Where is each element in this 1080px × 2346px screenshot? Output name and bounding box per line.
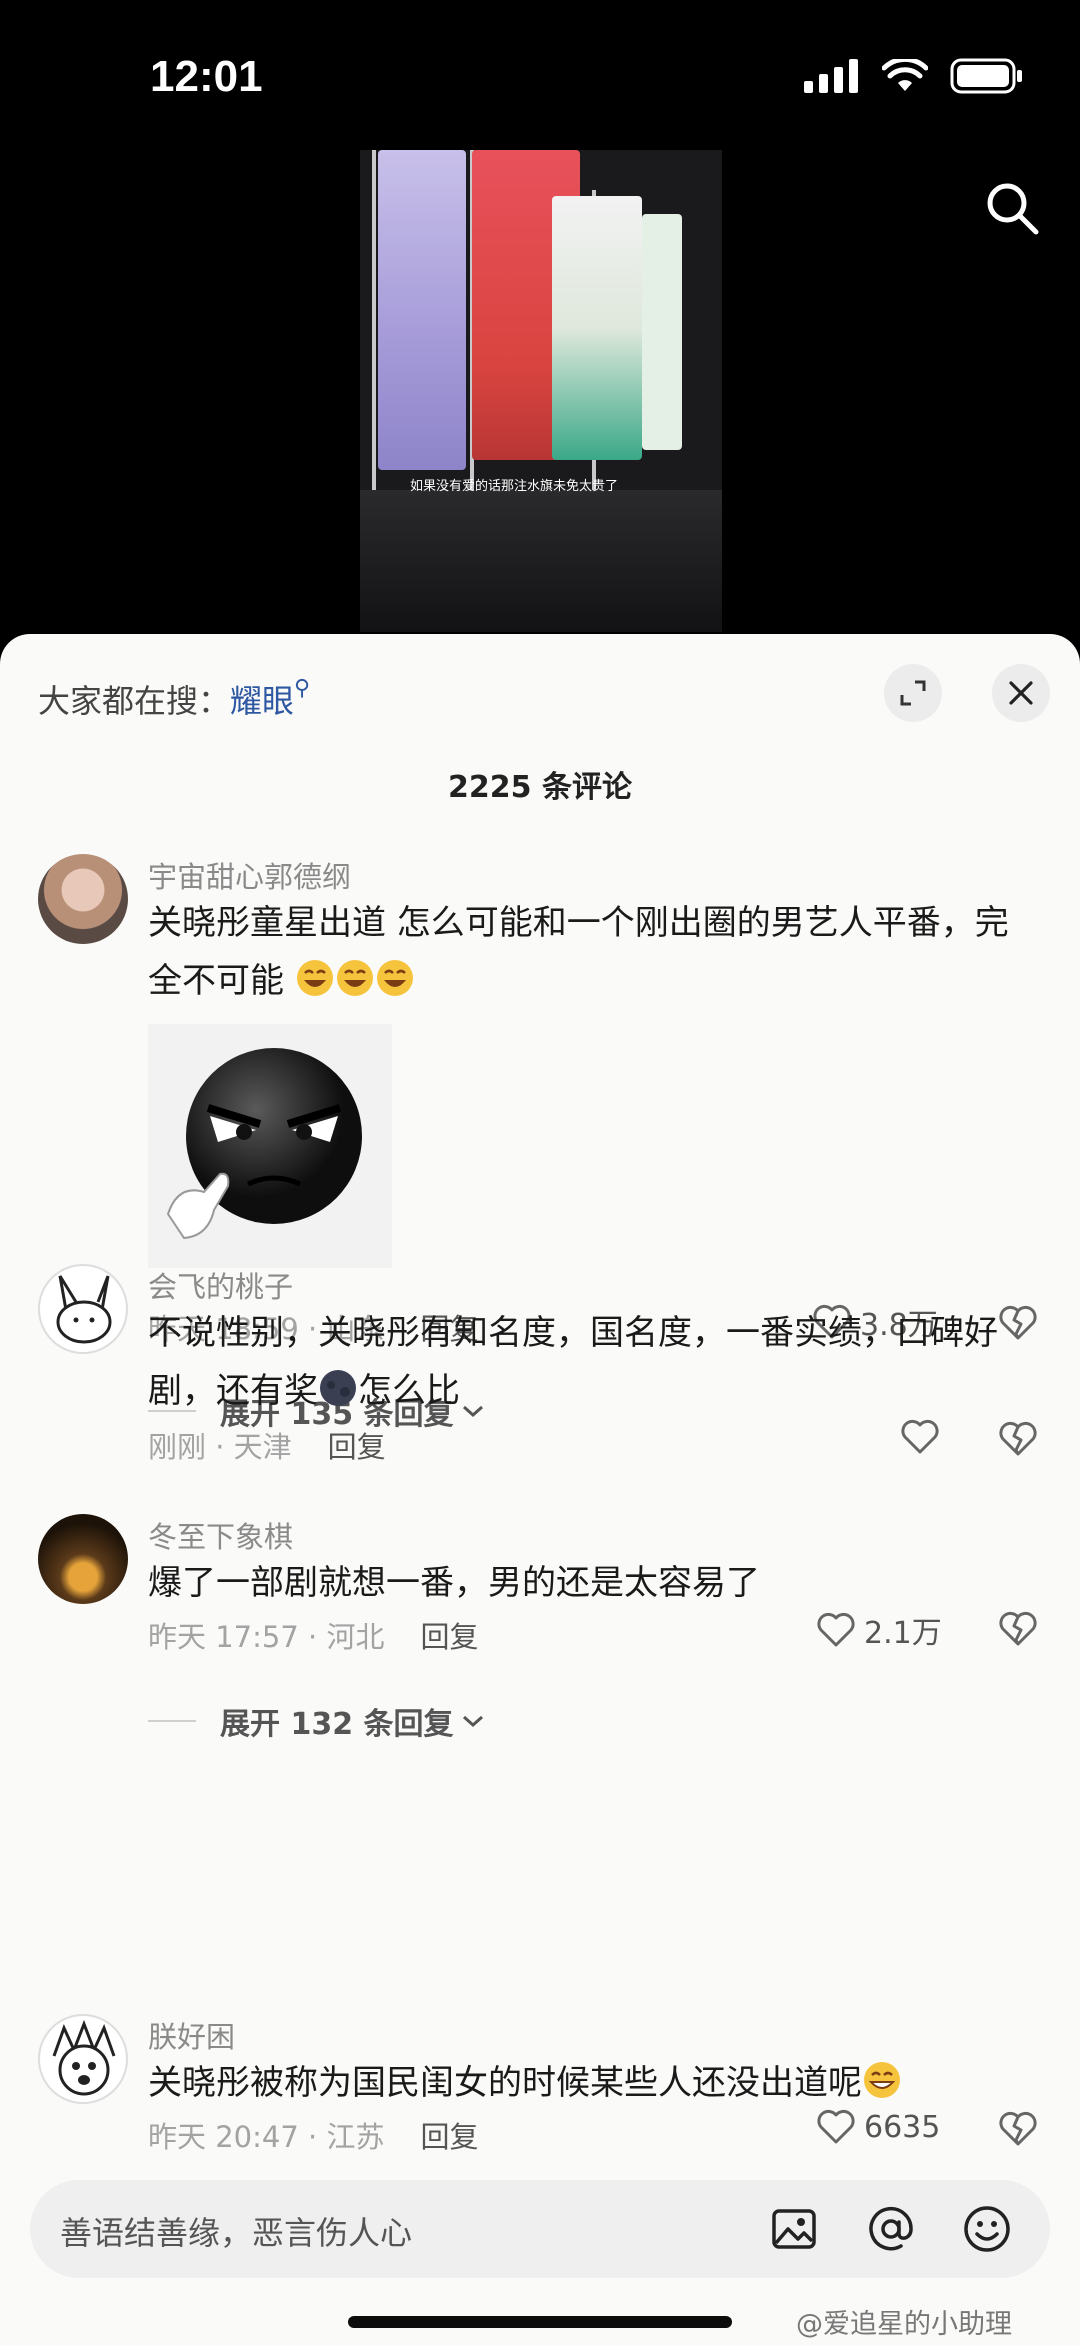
heart-icon <box>901 1419 939 1454</box>
trending-search[interactable]: 大家都在搜：耀眼⚲ <box>38 676 310 722</box>
heart-icon <box>817 2109 855 2144</box>
status-time: 12:01 <box>150 52 263 101</box>
close-icon <box>1009 681 1033 705</box>
like-button[interactable]: 2.1万 <box>816 1608 942 1652</box>
chevron-down-icon <box>462 1715 483 1728</box>
comment-username[interactable]: 会飞的桃子 <box>148 1264 293 1306</box>
image-icon[interactable] <box>770 2205 818 2253</box>
expand-replies[interactable]: 展开 132 条回复 <box>148 1699 486 1743</box>
broken-heart-icon[interactable] <box>998 1610 1038 1648</box>
comment-username[interactable]: 朕好困 <box>148 2014 235 2056</box>
comment-meta: 昨天 20:47 · 江苏 回复 <box>148 2120 479 2154</box>
bunny-avatar-icon <box>56 1275 112 1344</box>
expand-icon <box>900 680 926 706</box>
mention-icon[interactable] <box>866 2204 916 2254</box>
video-player[interactable]: 如果没有爱的话那注水旗未免太贵了 <box>360 150 722 632</box>
grin-emoji <box>862 2060 902 2100</box>
comment-count: 2225 条评论 <box>448 770 632 805</box>
avatar[interactable] <box>38 854 128 944</box>
comment-image[interactable] <box>148 1024 392 1268</box>
like-button[interactable] <box>900 1418 940 1456</box>
laugh-cry-emoji <box>335 958 375 998</box>
close-button[interactable] <box>992 664 1050 722</box>
comment-text: 关晓彤童星出道 怎么可能和一个刚出圈的男艺人平番，完全不可能 <box>148 903 1009 1001</box>
dark-moon-emoji <box>318 1368 358 1408</box>
avatar[interactable] <box>38 2014 128 2104</box>
comment-meta: 昨天 17:57 · 河北 回复 <box>148 1620 479 1654</box>
comment-username[interactable]: 宇宙甜心郭德纲 <box>148 854 351 896</box>
comment-input-placeholder: 善语结善缘，恶言伤人心 <box>60 2214 413 2252</box>
reply-button[interactable]: 回复 <box>328 1430 386 1464</box>
like-button[interactable]: 6635 <box>816 2108 940 2146</box>
wifi-icon <box>882 59 928 91</box>
broken-heart-icon[interactable] <box>998 2110 1038 2148</box>
battery-icon <box>950 58 1022 94</box>
cartoon-avatar-icon <box>52 2019 116 2096</box>
status-bar: 12:01 <box>0 0 1080 150</box>
trending-search-icon: ⚲ <box>294 676 311 701</box>
expand-button[interactable] <box>884 664 942 722</box>
video-subtitle: 如果没有爱的话那注水旗未免太贵了 <box>410 479 619 494</box>
comment-username[interactable]: 冬至下象棋 <box>148 1514 293 1556</box>
comment-text: 爆了一部剧就想一番，男的还是太容易了 <box>148 1563 760 1603</box>
trending-keyword[interactable]: 耀眼 <box>230 682 294 720</box>
home-indicator[interactable] <box>348 2316 732 2328</box>
trending-prefix: 大家都在搜： <box>38 682 231 720</box>
broken-heart-icon[interactable] <box>998 1420 1038 1458</box>
comment-text: 关晓彤被称为国民闺女的时候某些人还没出道呢 <box>148 2054 1028 2112</box>
search-icon[interactable] <box>984 180 1040 236</box>
comments-sheet: 大家都在搜：耀眼⚲ 2225 条评论 宇宙甜心郭德纲 关晓彤童星出道 怎么可能和… <box>0 634 1080 2346</box>
comment-input[interactable]: 善语结善缘，恶言伤人心 <box>30 2180 1050 2278</box>
comment-text: 不说性别，关晓彤有知名度，国名度，一番实绩，口碑好剧，还有奖 怎么比 <box>148 1313 998 1411</box>
like-count: 6635 <box>864 2109 941 2145</box>
video-flag-1 <box>378 150 466 470</box>
heart-icon <box>817 1612 855 1647</box>
avatar[interactable] <box>38 1264 128 1354</box>
reply-button[interactable]: 回复 <box>420 2120 478 2154</box>
like-count: 2.1万 <box>864 1616 942 1651</box>
cellular-signal-icon <box>804 59 858 93</box>
video-flag-3 <box>552 196 642 460</box>
laugh-cry-emoji <box>295 958 335 998</box>
smirk-sticker-icon <box>166 1048 362 1240</box>
laugh-cry-emoji <box>375 958 415 998</box>
avatar[interactable] <box>38 1514 128 1604</box>
reply-button[interactable]: 回复 <box>420 1620 478 1654</box>
comment-meta: 刚刚 · 天津 回复 <box>148 1430 386 1464</box>
emoji-picker-icon[interactable] <box>962 2204 1012 2254</box>
watermark: @爱追星的小助理 <box>796 2309 1012 2340</box>
